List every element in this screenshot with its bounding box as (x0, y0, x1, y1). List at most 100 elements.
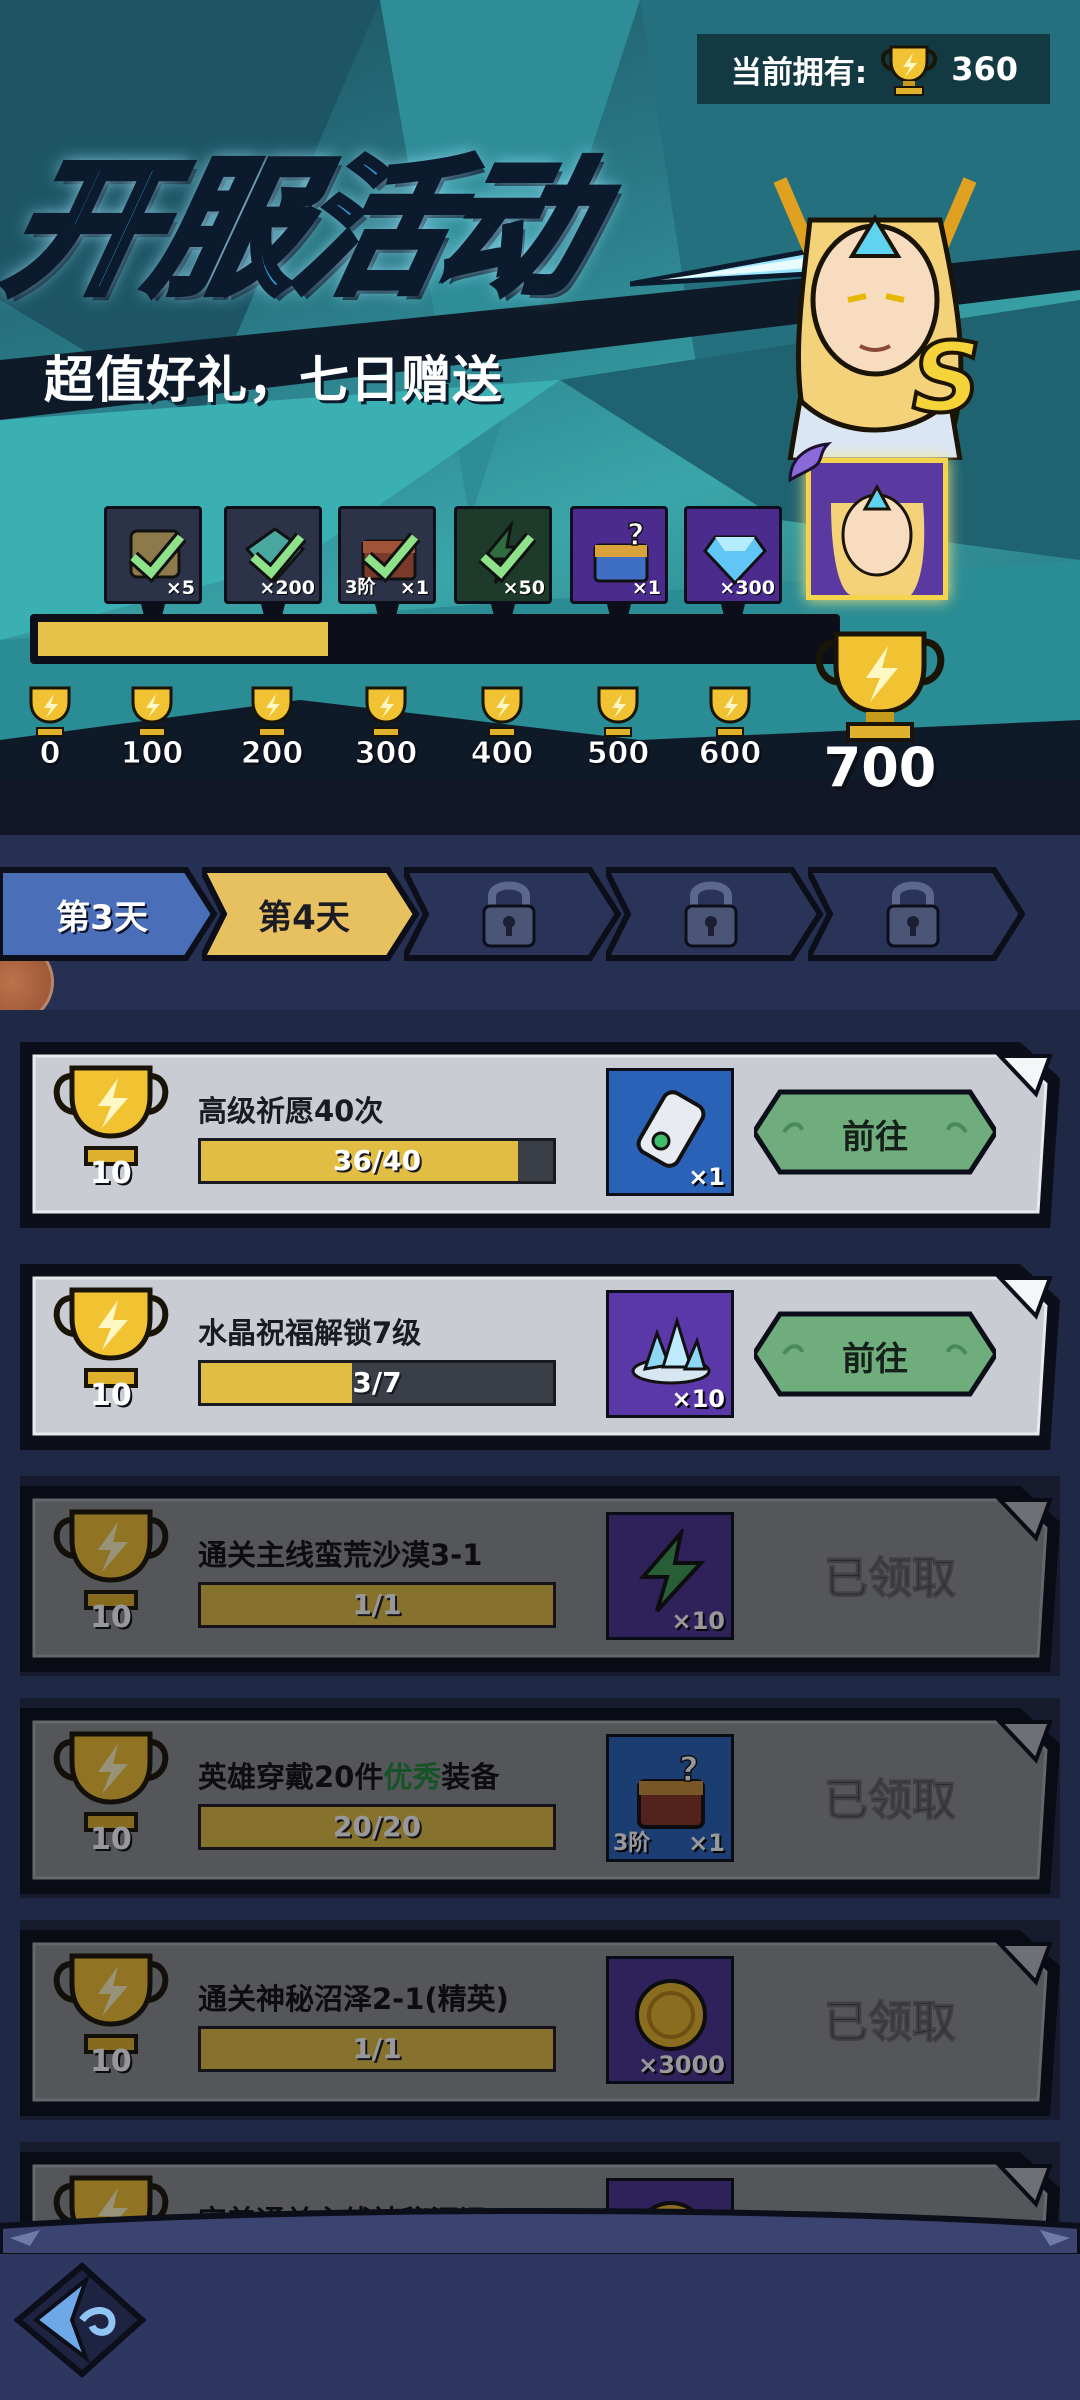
svg-text:?: ? (627, 521, 644, 553)
owned-label: 当前拥有: (730, 54, 868, 91)
task-reward[interactable]: ×3000 (606, 1956, 734, 2084)
milestone-value: 200 (240, 736, 304, 772)
points-progress-bar (30, 614, 840, 664)
tab-label: 第3天 (56, 898, 148, 938)
wish-scroll-icon (636, 1090, 706, 1168)
reward-qty: ×50 (502, 577, 545, 599)
task-name: 高级祈愿40次 (198, 1094, 384, 1128)
milestone-reward-5[interactable]: ? ×1 (570, 506, 668, 604)
milestone-value: 600 (698, 736, 762, 772)
task-progress-bar: 1/1 (198, 2026, 556, 2072)
reward-qty: ×10 (671, 1385, 725, 1413)
trophy-icon (365, 686, 407, 737)
go-button-label: 前往 (842, 1339, 908, 1378)
reward-qty: ×200 (259, 577, 315, 599)
go-button-label: 前往 (842, 1117, 908, 1156)
trophy-icon (131, 686, 173, 737)
task-name-suffix: 装备 (441, 1760, 500, 1794)
reward-qty: ×5 (165, 577, 195, 599)
task-reward[interactable]: ×10 (606, 1290, 734, 1418)
task-points: 10 (90, 1156, 132, 1191)
task-card: 10 通关主线蛮荒沙漠3-1 1/1 ×10 已领取 (20, 1476, 1060, 1676)
milestone-reward-1[interactable]: ×5 (104, 506, 202, 604)
go-button[interactable]: 前往 (754, 1088, 996, 1176)
event-subtitle: 超值好礼，七日赠送 (44, 351, 503, 409)
event-title: 开服活动 (0, 108, 714, 318)
task-name: 通关主线蛮荒沙漠3-1 (198, 1538, 483, 1572)
tab-day-7[interactable] (808, 866, 1028, 962)
task-name-prefix: 英雄穿戴20件 (198, 1760, 384, 1794)
svg-text:?: ? (679, 1751, 699, 1790)
lock-icon (684, 881, 738, 948)
task-progress-bar: 20/20 (198, 1804, 556, 1850)
reward-qty: ×1 (399, 577, 429, 599)
milestone-value: 100 (120, 736, 184, 772)
tab-day-6[interactable] (606, 866, 826, 962)
go-button[interactable]: 前往 (754, 1310, 996, 1398)
big-trophy-icon (815, 631, 945, 742)
owned-value: 360 (951, 50, 1018, 88)
milestone-reward-6[interactable]: ×300 (684, 506, 782, 604)
checkmark-icon (478, 532, 537, 583)
list-bottom-frame (0, 2208, 1080, 2256)
gold-coin-icon (635, 1979, 707, 2051)
milestone-value: 0 (39, 736, 61, 772)
milestone-reward-4[interactable]: ×50 (454, 506, 552, 604)
milestone-400: 400 (462, 684, 542, 772)
tab-day-5[interactable] (404, 866, 624, 962)
hero-grade: S (910, 320, 983, 436)
tab-day-3[interactable]: 第3天 (0, 866, 220, 962)
milestone-0: 0 (10, 684, 90, 772)
milestone-final: 700 (800, 628, 960, 799)
reward-qty: ×1 (631, 577, 661, 599)
milestone-value: 300 (354, 736, 418, 772)
task-progress-text: 36/40 (332, 1144, 422, 1177)
task-name: 通关神秘沼泽2-1(精英) (198, 1982, 509, 2016)
event-title-text: 开服活动 (0, 140, 608, 318)
task-points: 10 (90, 1822, 132, 1857)
trophy-icon (251, 686, 293, 737)
wing-badge-icon (788, 442, 832, 483)
checkmark-icon (248, 532, 307, 583)
reward-tier: 3阶 (345, 577, 376, 598)
task-progress-text: 1/1 (352, 1588, 402, 1621)
task-name: 英雄穿戴20件优秀装备 (198, 1754, 499, 1796)
task-name-quality: 优秀 (383, 1760, 442, 1794)
reward-qty: ×1 (688, 1163, 725, 1191)
reward-qty: ×1 (688, 1829, 725, 1857)
task-reward[interactable]: ×10 (606, 1512, 734, 1640)
task-card: 10 英雄穿戴20件优秀装备 20/20 ? 3阶 ×1 已领取 (20, 1698, 1060, 1898)
trophy-icon (29, 686, 71, 737)
energy-icon (638, 1529, 706, 1613)
task-reward[interactable]: ×1 (606, 1068, 734, 1196)
lock-icon (482, 881, 536, 948)
reward-tier: 3阶 (613, 1831, 651, 1856)
milestone-value: 500 (586, 736, 650, 772)
claimed-label: 已领取 (824, 1997, 957, 2049)
task-points: 10 (90, 1378, 132, 1413)
task-progress-bar: 36/40 (198, 1138, 556, 1184)
milestone-200: 200 (232, 684, 312, 772)
task-list[interactable]: 10 高级祈愿40次 36/40 ×1 前往 10 水晶祝福解锁7级 3/7 ×… (0, 1010, 1080, 2240)
task-progress-bar: 1/1 (198, 1582, 556, 1628)
milestone-reward-2[interactable]: ×200 (224, 506, 322, 604)
milestone-reward-3[interactable]: 3阶 ×1 (338, 506, 436, 604)
task-reward[interactable]: ? 3阶 ×1 (606, 1734, 734, 1862)
points-progress-fill (38, 622, 328, 656)
back-arrow-icon[interactable] (12, 2262, 152, 2378)
task-progress-text: 1/1 (352, 2032, 402, 2065)
trophy-icon (481, 686, 523, 737)
owned-points: 当前拥有: 360 (696, 34, 1050, 104)
task-card: 10 高级祈愿40次 36/40 ×1 前往 (20, 1032, 1060, 1232)
reward-qty: ×3000 (638, 2051, 725, 2079)
claimed-label: 已领取 (824, 1775, 957, 1827)
trophy-icon (597, 686, 639, 737)
crystal-icon (631, 1315, 711, 1385)
task-progress-text: 20/20 (332, 1810, 422, 1843)
tab-day-4[interactable]: 第4天 (202, 866, 422, 962)
milestone-300: 300 (346, 684, 426, 772)
tab-label: 第4天 (258, 898, 350, 938)
footer-bar (0, 2254, 1080, 2400)
task-name: 水晶祝福解锁7级 (198, 1316, 422, 1350)
lock-icon (886, 881, 940, 948)
